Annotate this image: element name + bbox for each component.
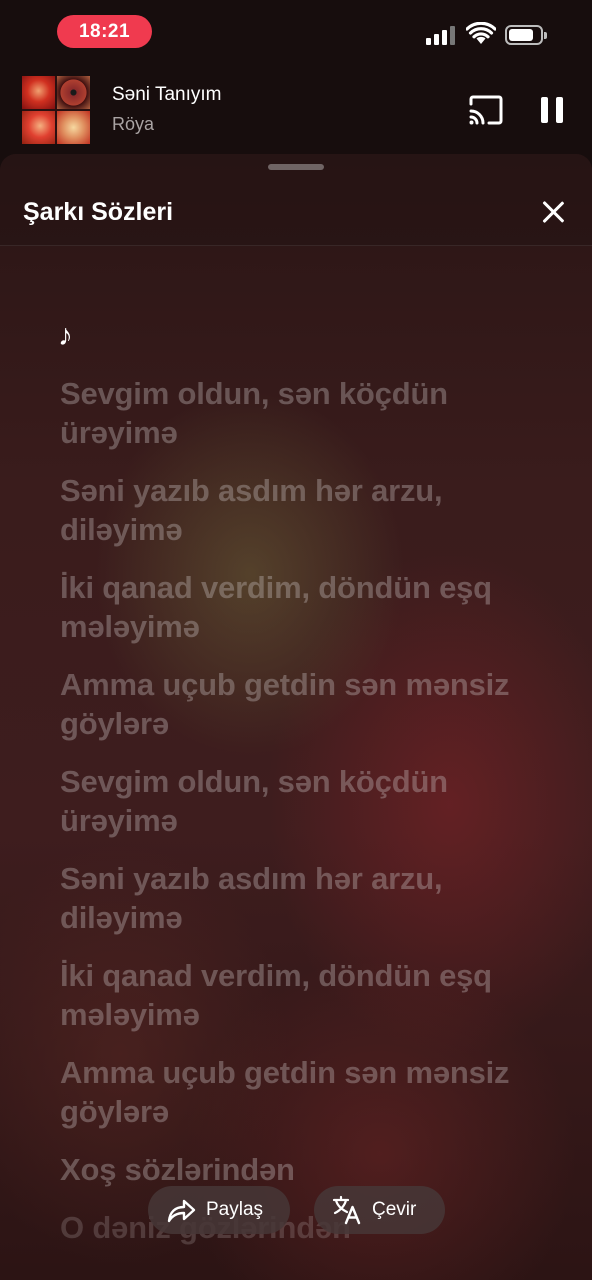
music-note-icon: ♪ — [58, 319, 73, 352]
lyric-line[interactable]: Sevgim oldun, sən köçdün ürəyimə — [60, 374, 560, 452]
cast-icon[interactable] — [468, 94, 504, 126]
mini-player[interactable]: Səni Tanıyım Röya — [0, 66, 592, 156]
wifi-icon — [466, 22, 496, 44]
lyrics-actions: Paylaş Çevir — [0, 1186, 592, 1238]
lyrics-list[interactable]: Sevgim oldun, sən köçdün ürəyimə Səni ya… — [60, 374, 560, 1266]
status-bar: 18:21 — [0, 0, 592, 66]
sheet-title: Şarkı Sözleri — [23, 198, 174, 226]
translate-button[interactable]: Çevir — [314, 1186, 445, 1234]
translate-label: Çevir — [372, 1199, 417, 1220]
translate-icon — [332, 1195, 361, 1225]
status-time: 18:21 — [57, 15, 152, 48]
lyric-line[interactable]: Səni yazıb asdım hər arzu, diləyimə — [60, 859, 560, 937]
battery-icon — [505, 25, 547, 45]
share-icon — [167, 1199, 196, 1223]
lyric-line[interactable]: Amma uçub getdin sən mənsiz göylərə — [60, 665, 560, 743]
track-title[interactable]: Səni Tanıyım — [112, 84, 221, 106]
sheet-grabber[interactable] — [268, 164, 324, 170]
lyrics-sheet: Şarkı Sözleri ♪ Sevgim oldun, sən köçdün… — [0, 154, 592, 1280]
pause-button[interactable] — [541, 97, 565, 123]
lyric-line[interactable]: Sevgim oldun, sən köçdün ürəyimə — [60, 762, 560, 840]
cellular-signal-icon — [426, 25, 458, 45]
sheet-header: Şarkı Sözleri — [0, 154, 592, 246]
lyric-line[interactable]: İki qanad verdim, döndün eşq mələyimə — [60, 568, 560, 646]
close-button[interactable] — [541, 200, 565, 224]
album-art[interactable] — [22, 76, 90, 144]
track-artist[interactable]: Röya — [112, 114, 154, 135]
share-label: Paylaş — [206, 1199, 264, 1220]
lyric-line[interactable]: Amma uçub getdin sən mənsiz göylərə — [60, 1053, 560, 1131]
lyric-line[interactable]: Səni yazıb asdım hər arzu, diləyimə — [60, 471, 560, 549]
lyric-line[interactable]: Xoş sözlərindən — [60, 1150, 560, 1189]
lyric-line[interactable]: İki qanad verdim, döndün eşq mələyimə — [60, 956, 560, 1034]
share-button[interactable]: Paylaş — [148, 1186, 290, 1234]
